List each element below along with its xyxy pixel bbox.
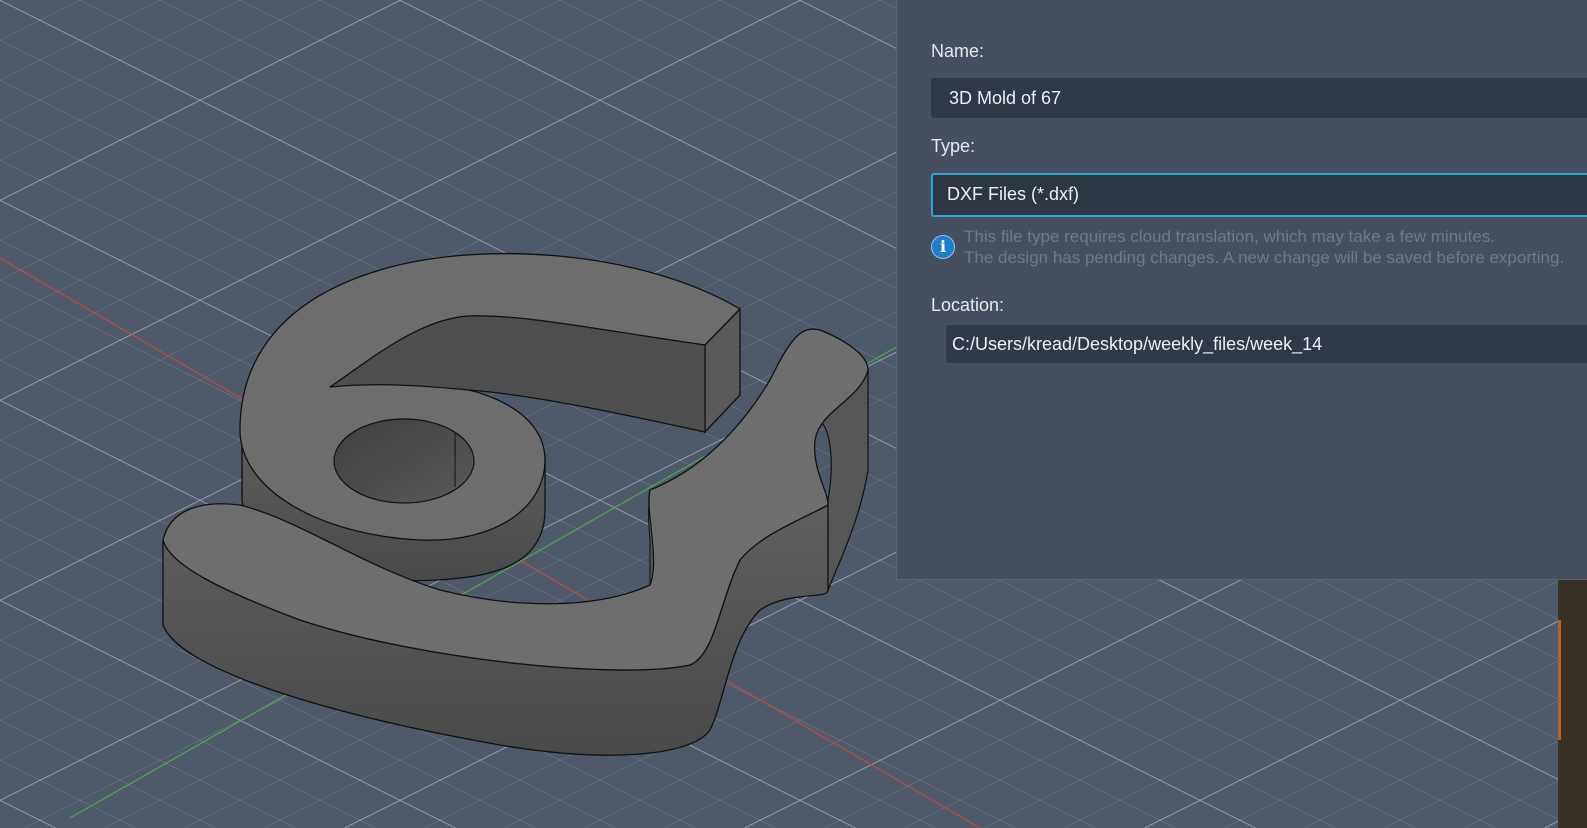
side-panel-accent (1558, 620, 1561, 740)
name-label: Name: (931, 41, 985, 61)
location-label: Location: (931, 295, 1005, 315)
digit-six-hole (333, 418, 475, 504)
info-icon: i (931, 235, 955, 259)
export-dialog: Name: 3D Mold of 67 Type: DXF Files (*.d… (896, 0, 1587, 580)
info-message-cloud-translation: This file type requires cloud translatio… (964, 227, 1496, 246)
type-select[interactable]: DXF Files (*.dxf) (931, 173, 1587, 217)
info-message-pending-changes: The design has pending changes. A new ch… (964, 248, 1565, 267)
type-label: Type: (931, 136, 976, 156)
side-panel-edge (1558, 580, 1587, 828)
location-field[interactable]: C:/Users/kread/Desktop/weekly_files/week… (946, 325, 1587, 363)
name-input[interactable]: 3D Mold of 67 (931, 78, 1587, 118)
